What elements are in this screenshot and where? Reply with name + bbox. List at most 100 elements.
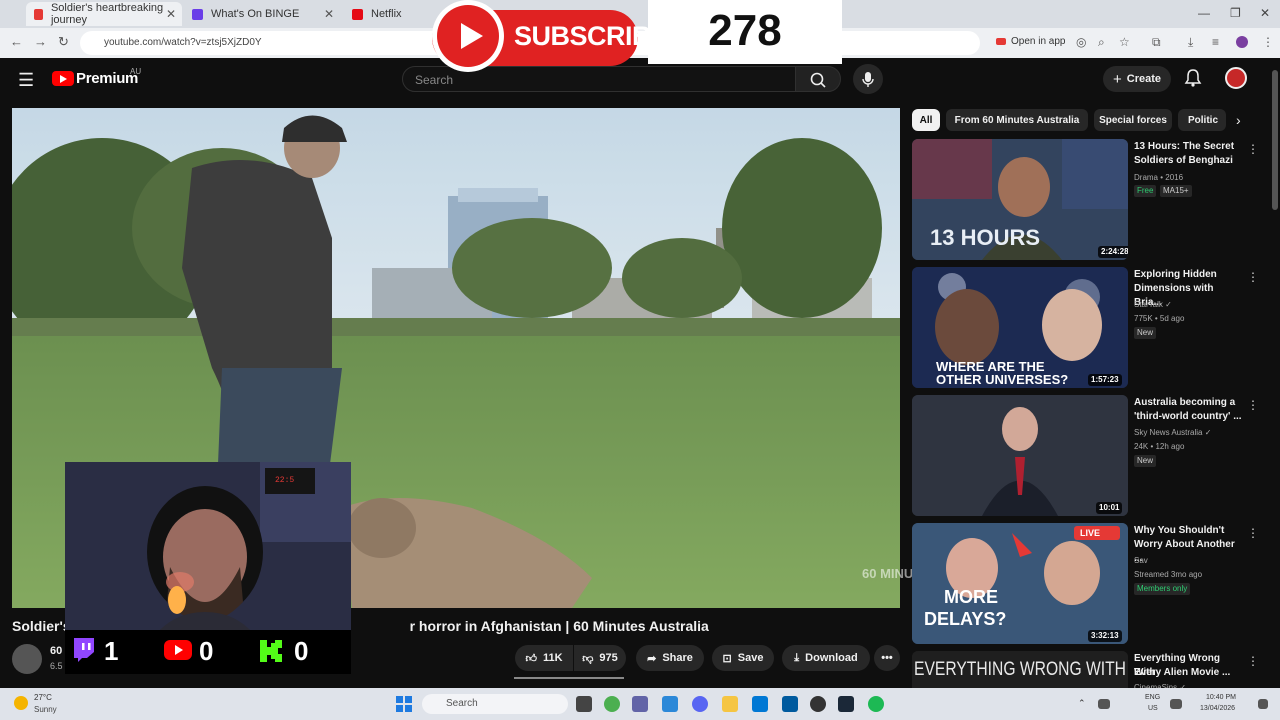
bookmark-icon: ⊡ bbox=[722, 652, 732, 665]
task-view-icon[interactable] bbox=[576, 696, 592, 712]
file-explorer-icon[interactable] bbox=[722, 696, 738, 712]
system-date[interactable]: 13/04/2026 bbox=[1200, 705, 1235, 712]
youtube-logo-icon[interactable] bbox=[52, 71, 74, 86]
new-badge: New bbox=[1134, 327, 1157, 339]
rec-meta: 775K • 5d ago bbox=[1134, 314, 1185, 323]
taskbar-search-input[interactable]: Search bbox=[422, 694, 568, 714]
input-region[interactable]: US bbox=[1148, 705, 1158, 712]
rec-title-line[interactable]: Soldiers of Benghazi bbox=[1134, 154, 1244, 168]
video-duration: 3:32:13 bbox=[1088, 630, 1122, 642]
hamburger-menu-icon[interactable]: ☰ bbox=[18, 70, 34, 91]
notifications-bell-icon[interactable] bbox=[1184, 68, 1202, 88]
forward-icon[interactable]: → bbox=[34, 34, 47, 49]
discord-icon[interactable] bbox=[692, 696, 708, 712]
chip-politics[interactable]: Politic bbox=[1178, 109, 1226, 131]
rec-channel[interactable]: Sav bbox=[1134, 555, 1148, 566]
rec-title-line[interactable]: Worry About Another ... bbox=[1134, 538, 1244, 566]
menu-dots-icon[interactable]: ⋮ bbox=[1262, 35, 1274, 49]
rec-channel[interactable]: StarTalk ✓ bbox=[1134, 299, 1172, 310]
search-button[interactable] bbox=[795, 66, 841, 92]
dislike-button[interactable]: 👎︎ 975 bbox=[574, 645, 626, 671]
rec-title-line[interactable]: Exploring Hidden bbox=[1134, 268, 1244, 282]
rec-thumbnail[interactable]: WHERE ARE THE OTHER UNIVERSES? 1:57:23 bbox=[912, 267, 1128, 388]
more-vertical-icon[interactable]: ⋮ bbox=[1247, 654, 1259, 668]
media-icon[interactable]: ≡ bbox=[1212, 35, 1219, 49]
youtube-stat-icon bbox=[164, 640, 192, 660]
thumbnail-image: WHERE ARE THE OTHER UNIVERSES? bbox=[912, 267, 1128, 388]
account-avatar[interactable] bbox=[1225, 67, 1247, 89]
wifi-icon[interactable] bbox=[1170, 699, 1182, 709]
windows-start-icon[interactable] bbox=[396, 696, 412, 712]
bookmark-star-icon[interactable]: ☆ bbox=[1119, 35, 1130, 49]
like-ratio-bar bbox=[514, 677, 624, 679]
tab-binge[interactable]: What's On BINGE ✕ bbox=[184, 2, 340, 26]
open-in-app-button[interactable]: Open in app bbox=[996, 36, 1066, 47]
system-clock[interactable]: 10:40 PM bbox=[1206, 694, 1236, 701]
rec-thumbnail[interactable]: 13 HOURS 2:24:28 bbox=[912, 139, 1128, 260]
more-vertical-icon[interactable]: ⋮ bbox=[1247, 398, 1259, 412]
reload-icon[interactable]: ↻ bbox=[58, 34, 69, 50]
tray-overflow-icon[interactable]: ⌃ bbox=[1078, 698, 1088, 708]
extensions-icon[interactable]: ⧉ bbox=[1152, 35, 1161, 50]
rec-channel[interactable]: Sky News Australia ✓ bbox=[1134, 427, 1211, 438]
rec-title-line[interactable]: 13 Hours: The Secret bbox=[1134, 140, 1244, 154]
minimize-icon[interactable]: — bbox=[1198, 6, 1210, 20]
voice-search-button[interactable] bbox=[853, 64, 883, 94]
weather-sun-icon[interactable] bbox=[14, 696, 28, 710]
chip-channel[interactable]: From 60 Minutes Australia bbox=[946, 109, 1088, 131]
maximize-icon[interactable]: ❐ bbox=[1230, 6, 1241, 20]
weather-temperature[interactable]: 27°C bbox=[34, 693, 52, 702]
twitch-viewer-count: 1 bbox=[104, 636, 119, 666]
svg-text:LIVE: LIVE bbox=[1080, 528, 1100, 538]
dislike-count: 975 bbox=[599, 652, 618, 664]
youtube-favicon-icon bbox=[34, 8, 43, 20]
chevron-right-icon[interactable]: › bbox=[1236, 112, 1241, 128]
more-vertical-icon[interactable]: ⋮ bbox=[1247, 526, 1259, 540]
spotify-icon[interactable] bbox=[868, 696, 884, 712]
rec-thumbnail[interactable]: MORE DELAYS? LIVE 3:32:13 bbox=[912, 523, 1128, 644]
rec-title-line[interactable]: Why You Shouldn't bbox=[1134, 524, 1244, 538]
create-button[interactable]: + Create bbox=[1103, 66, 1171, 92]
notification-icon[interactable] bbox=[1258, 699, 1268, 709]
like-button[interactable]: 👍︎ 11K bbox=[515, 645, 573, 671]
weather-description[interactable]: Sunny bbox=[34, 705, 57, 714]
teams-icon[interactable] bbox=[632, 696, 648, 712]
tray-app-icon[interactable] bbox=[1098, 699, 1110, 709]
obs-icon[interactable] bbox=[810, 696, 826, 712]
channel-name[interactable]: 60 bbox=[50, 645, 62, 657]
copilot-icon[interactable] bbox=[662, 696, 678, 712]
eye-icon[interactable]: ◎ bbox=[1076, 35, 1086, 49]
more-vertical-icon[interactable]: ⋮ bbox=[1247, 270, 1259, 284]
close-window-icon[interactable]: ✕ bbox=[1260, 6, 1270, 20]
profile-icon[interactable] bbox=[1236, 36, 1248, 48]
page-scrollbar[interactable] bbox=[1272, 70, 1278, 210]
channel-avatar[interactable] bbox=[12, 644, 42, 674]
chip-special-forces[interactable]: Special forces bbox=[1094, 109, 1172, 131]
url-text: youtube.com/watch?v=ztsj5XjZD0Y bbox=[104, 37, 262, 48]
download-icon[interactable]: ⤓ bbox=[1188, 35, 1193, 50]
more-actions-button[interactable]: ••• bbox=[874, 645, 900, 671]
rec-thumbnail[interactable]: EVERYTHING WRONG WITH bbox=[912, 651, 1128, 688]
back-icon[interactable]: ← bbox=[10, 34, 23, 49]
rec-title-line[interactable]: 'third-world country' ... bbox=[1134, 410, 1244, 424]
more-vertical-icon[interactable]: ⋮ bbox=[1247, 142, 1259, 156]
rec-title-line[interactable]: Australia becoming a bbox=[1134, 396, 1244, 410]
share-button[interactable]: ➦ Share bbox=[636, 645, 704, 671]
close-tab-icon[interactable]: ✕ bbox=[166, 7, 176, 21]
chip-all[interactable]: All bbox=[912, 109, 940, 131]
store-icon[interactable] bbox=[782, 696, 798, 712]
zoom-icon[interactable]: ⌕ bbox=[1098, 35, 1105, 50]
close-tab-icon[interactable]: ✕ bbox=[324, 7, 334, 21]
search-icon bbox=[810, 72, 826, 88]
mail-icon[interactable] bbox=[752, 696, 768, 712]
steam-icon[interactable] bbox=[838, 696, 854, 712]
download-button[interactable]: ⤓ Download bbox=[782, 645, 870, 671]
tab-youtube[interactable]: Soldier's heartbreaking journey ✕ bbox=[26, 2, 182, 26]
youtube-premium-logo[interactable]: Premium bbox=[76, 70, 138, 87]
save-button[interactable]: ⊡ Save bbox=[712, 645, 774, 671]
rec-thumbnail[interactable]: 10:01 bbox=[912, 395, 1128, 516]
youtube-small-icon bbox=[996, 38, 1006, 45]
input-language[interactable]: ENG bbox=[1145, 694, 1160, 701]
rec-title-line[interactable]: Every Alien Movie ... bbox=[1134, 666, 1244, 680]
chrome-icon[interactable] bbox=[604, 696, 620, 712]
